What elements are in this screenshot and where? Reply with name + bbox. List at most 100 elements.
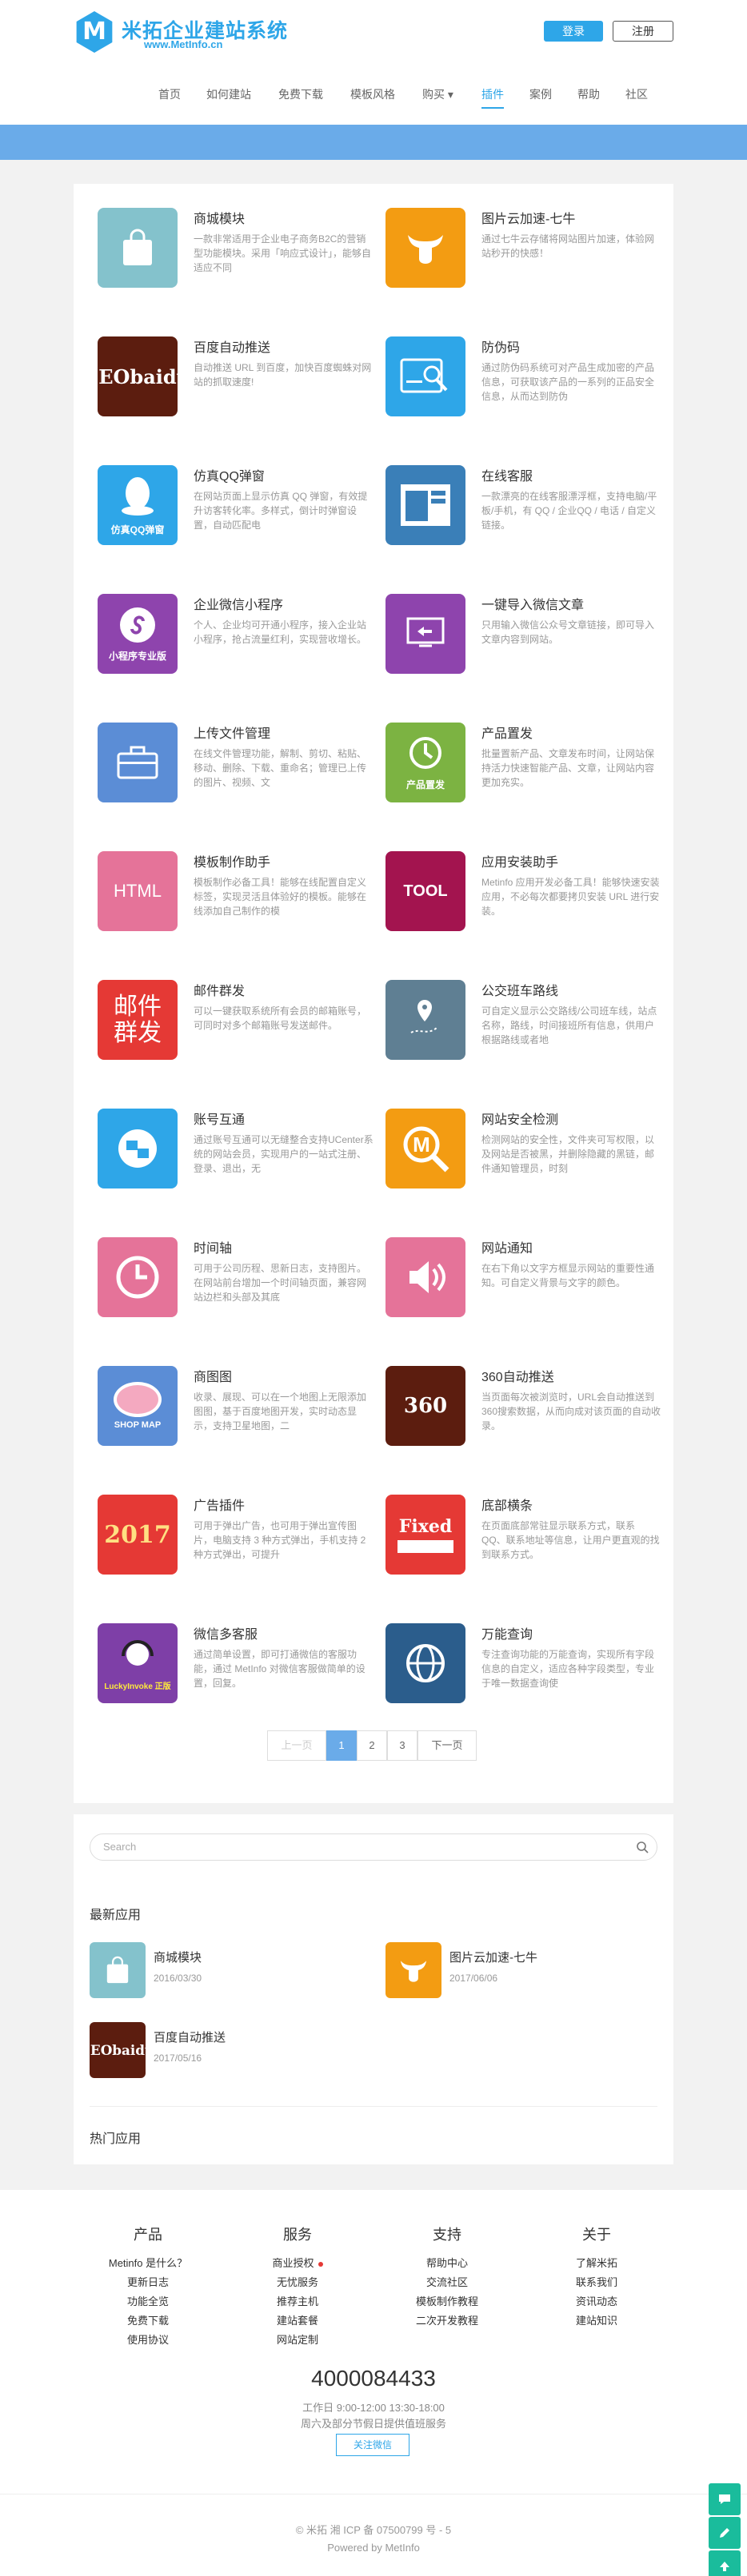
clock-arrow-icon[interactable]: 产品置发: [385, 723, 465, 802]
footer-link[interactable]: 使用协议: [76, 2331, 220, 2350]
plugin-title[interactable]: 图片云加速-七牛: [481, 208, 575, 227]
plugin-title[interactable]: 网站通知: [481, 1237, 533, 1256]
footer-link-label[interactable]: 商业授权: [272, 2257, 314, 2269]
footer-link[interactable]: 交流社区: [375, 2273, 519, 2292]
plugin-item[interactable]: 产品置发 产品置发 批量置新产品、文章发布时间，让网站保持活力快速智能产品、文章，让…: [385, 723, 661, 810]
plugin-title[interactable]: 应用安装助手: [481, 851, 558, 870]
plugin-title[interactable]: 底部横条: [481, 1495, 533, 1514]
globe-icon[interactable]: [385, 1623, 465, 1703]
footer-link[interactable]: 联系我们: [525, 2273, 669, 2292]
seo-icon[interactable]: SEObaidu: [90, 2022, 146, 2078]
search-icon[interactable]: [636, 1841, 649, 1853]
logo-icon[interactable]: M: [76, 11, 113, 53]
briefcase-icon[interactable]: [98, 723, 178, 802]
qq-icon[interactable]: 仿真QQ弹窗: [98, 465, 178, 545]
plugin-item[interactable]: 公交班车路线 可自定义显示公交路线/公司班车线，站点名称，路线，时间接班所有信息，…: [385, 980, 661, 1068]
plugin-title[interactable]: 产品置发: [481, 723, 533, 742]
plugin-title[interactable]: 公交班车路线: [481, 980, 558, 999]
register-button[interactable]: 注册: [613, 21, 673, 42]
plugin-item[interactable]: 在线客服 一款漂亮的在线客服漂浮框，支持电脑/平板/手机，有 QQ / 企业QQ …: [385, 465, 661, 553]
html-icon[interactable]: HTML: [98, 851, 178, 931]
plugin-title[interactable]: 一键导入微信文章: [481, 594, 584, 613]
footer-link[interactable]: 帮助中心: [375, 2254, 519, 2273]
plugin-title[interactable]: 模板制作助手: [194, 851, 270, 870]
plugin-title[interactable]: 360自动推送: [481, 1366, 554, 1385]
plugin-item[interactable]: 商城模块 一款非常适用于企业电子商务B2C的营销型功能模块。采用「响应式设计」，能…: [98, 208, 374, 296]
plugin-title[interactable]: 时间轴: [194, 1237, 232, 1256]
qiniu-icon[interactable]: [385, 1942, 441, 1998]
footer-link-label[interactable]: Metinfo 是什么？: [109, 2257, 187, 2269]
plugin-title[interactable]: 防伪码: [481, 336, 520, 356]
footer-link-label[interactable]: 建站知识: [576, 2315, 617, 2327]
plugin-item[interactable]: 360 360自动推送 当页面每次被浏览时，URL会自动推送到360搜索数据，从而向…: [385, 1366, 661, 1454]
footer-link[interactable]: 了解米拓: [525, 2254, 669, 2273]
powered-by[interactable]: Powered by MetInfo: [0, 2542, 747, 2554]
footer-link[interactable]: 推荐主机: [226, 2292, 370, 2311]
page-3-button[interactable]: 3: [387, 1730, 417, 1761]
footer-link-label[interactable]: 无忧服务: [277, 2276, 318, 2288]
icp-text[interactable]: © 米拓 湘 ICP 备 07500799 号 - 5: [0, 2522, 747, 2537]
footer-link-label[interactable]: 交流社区: [426, 2276, 468, 2288]
plugin-title[interactable]: 仿真QQ弹窗: [194, 465, 265, 484]
plugin-title[interactable]: 账号互通: [194, 1109, 245, 1128]
plugin-title[interactable]: 广告插件: [194, 1495, 245, 1514]
mini-program-icon[interactable]: 小程序专业版: [98, 594, 178, 674]
plugin-item[interactable]: 防伪码 通过防伪码系统可对产品生成加密的产品信息，可获取该产品的一系列的正品安全信…: [385, 336, 661, 424]
plugin-item[interactable]: SHOP MAP 商图图 收录、展现、可以在一个地图上无限添加图图，基于百度地图开发…: [98, 1366, 374, 1454]
footer-link[interactable]: 二次开发教程: [375, 2311, 519, 2331]
speaker-icon[interactable]: [385, 1237, 465, 1317]
footer-link-label[interactable]: 建站套餐: [277, 2315, 318, 2327]
ad-2017-icon[interactable]: 2017: [98, 1495, 178, 1575]
seo360-icon[interactable]: 360: [385, 1366, 465, 1446]
chat-window-icon[interactable]: [385, 465, 465, 545]
footer-link-label[interactable]: 免费下载: [127, 2315, 169, 2327]
footer-link-label[interactable]: 功能全览: [127, 2295, 169, 2307]
footer-link-label[interactable]: 使用协议: [127, 2334, 169, 2346]
chat-float-button[interactable]: [709, 2483, 741, 2515]
next-page-button[interactable]: 下一页: [417, 1730, 477, 1761]
plugin-item[interactable]: 仿真QQ弹窗 仿真QQ弹窗 在网站页面上显示仿真 QQ 弹窗，有效提升访客转化率。多…: [98, 465, 374, 553]
mail-icon[interactable]: 邮件群发: [98, 980, 178, 1060]
search-input[interactable]: Search: [90, 1833, 657, 1861]
seo-icon[interactable]: SEObaidu: [98, 336, 178, 416]
plugin-item[interactable]: 一键导入微信文章 只用输入微信公众号文章链接，即可导入文章内容到网站。: [385, 594, 661, 682]
feedback-float-button[interactable]: [709, 2517, 741, 2549]
footer-link[interactable]: 网站定制: [226, 2331, 370, 2350]
footer-link[interactable]: 更新日志: [76, 2273, 220, 2292]
footer-link-label[interactable]: 网站定制: [277, 2334, 318, 2346]
nav-cases[interactable]: 案例: [529, 86, 552, 102]
plugin-item[interactable]: HTML 模板制作助手 模板制作必备工具！能够在线配置自定义标签，实现灵活且体验好的…: [98, 851, 374, 939]
plugin-item[interactable]: 小程序专业版 企业微信小程序 个人、企业均可开通小程序，接入企业站小程序，抢占流量红…: [98, 594, 374, 682]
latest-app-title[interactable]: 图片云加速-七牛: [449, 1949, 537, 1965]
sync-icon[interactable]: [98, 1109, 178, 1188]
nav-templates[interactable]: 模板风格: [350, 86, 395, 102]
headset-icon[interactable]: LuckyInvoke 正版: [98, 1623, 178, 1703]
footer-link[interactable]: 商业授权: [226, 2254, 370, 2273]
fixed-bar-icon[interactable]: Fixed: [385, 1495, 465, 1575]
tool-icon[interactable]: TOOL: [385, 851, 465, 931]
plugin-item[interactable]: 时间轴 可用于公司历程、思新日志，支持图片。在网站前台增加一个时间轴页面，兼容网站…: [98, 1237, 374, 1325]
nav-download[interactable]: 免费下载: [278, 86, 323, 102]
footer-link[interactable]: 免费下载: [76, 2311, 220, 2331]
nav-help[interactable]: 帮助: [577, 86, 600, 102]
footer-link-label[interactable]: 更新日志: [127, 2276, 169, 2288]
search-card-icon[interactable]: [385, 336, 465, 416]
nav-buy[interactable]: 购买 ▾: [422, 86, 453, 102]
plugin-title[interactable]: 在线客服: [481, 465, 533, 484]
plugin-item[interactable]: 网站通知 在右下角以文字方框显示网站的重要性通知。可自定义背景与文字的颜色。: [385, 1237, 661, 1325]
footer-link-label[interactable]: 模板制作教程: [416, 2295, 478, 2307]
footer-link-label[interactable]: 帮助中心: [426, 2257, 468, 2269]
footer-link[interactable]: 功能全览: [76, 2292, 220, 2311]
footer-link[interactable]: 建站知识: [525, 2311, 669, 2331]
login-button[interactable]: 登录: [544, 21, 603, 42]
plugin-title[interactable]: 商城模块: [194, 208, 245, 227]
shop-map-icon[interactable]: SHOP MAP: [98, 1366, 178, 1446]
nav-how-to-build[interactable]: 如何建站: [206, 86, 251, 102]
footer-link-label[interactable]: 推荐主机: [277, 2295, 318, 2307]
footer-link[interactable]: 资讯动态: [525, 2292, 669, 2311]
back-to-top-button[interactable]: [709, 2550, 741, 2576]
plugin-title[interactable]: 邮件群发: [194, 980, 245, 999]
plugin-title[interactable]: 商图图: [194, 1366, 232, 1385]
plugin-item[interactable]: 上传文件管理 在线文件管理功能，解制、剪切、粘贴、移动、删除、下载、重命名；管理已…: [98, 723, 374, 810]
page-2-button[interactable]: 2: [357, 1730, 387, 1761]
